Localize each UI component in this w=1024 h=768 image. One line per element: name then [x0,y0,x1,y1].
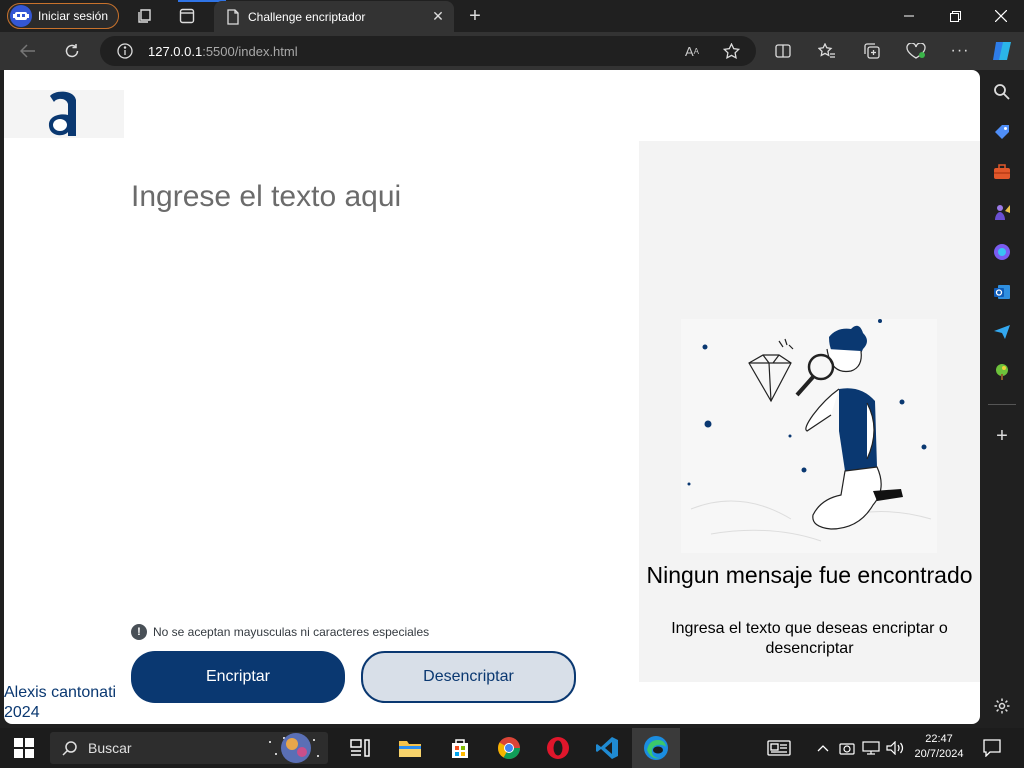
chrome-icon[interactable] [495,734,523,762]
encrypt-button[interactable]: Encriptar [131,651,345,703]
address-bar[interactable]: 127.0.0.1:5500/index.html [100,36,756,66]
volume-icon[interactable] [886,739,904,757]
tab-close-icon[interactable]: ✕ [428,7,448,27]
notifications-icon[interactable] [982,739,1002,757]
url-host: 127.0.0.1 [148,43,203,59]
favorite-star-icon[interactable] [721,41,741,61]
minimize-icon[interactable] [886,0,932,32]
sidebar-settings-icon[interactable] [992,696,1012,716]
outlook-icon[interactable] [992,282,1012,302]
system-clock[interactable]: 22:47 20/7/2024 [912,732,966,762]
profile-button[interactable]: Iniciar sesión [7,3,119,29]
refresh-icon[interactable] [62,41,82,61]
empty-result-subtitle: Ingresa el texto que deseas encriptar o … [671,620,948,657]
sidebar-divider [988,404,1016,405]
browser-title-bar: Iniciar sesión Challenge encriptador ✕ + [0,0,1024,32]
taskbar-search-box[interactable]: Buscar [50,732,328,764]
favorites-icon[interactable] [817,41,837,61]
read-aloud-icon[interactable]: AA [682,41,702,61]
windows-start-icon[interactable] [14,738,34,758]
browser-toolbar: 127.0.0.1:5500/index.html AA ··· [0,32,1024,70]
alura-logo-icon [46,88,80,140]
edge-icon[interactable] [642,734,670,762]
empty-result-title: Ningun mensaje fue encontrado [646,562,973,588]
workspaces-icon[interactable] [135,6,155,26]
taskbar-search-icon [62,740,78,756]
microsoft-store-icon[interactable] [446,734,474,762]
tab-title: Challenge encriptador [248,9,366,24]
footer-credits: Alexis cantonati 2024 [4,683,116,723]
tools-briefcase-icon[interactable] [992,162,1012,182]
browser-essentials-icon[interactable] [906,41,926,61]
text-input[interactable] [131,180,611,214]
collections-icon[interactable] [862,41,882,61]
url-text: 127.0.0.1:5500/index.html [148,44,298,59]
tree-icon[interactable] [992,362,1012,382]
news-widget-icon[interactable] [766,739,792,757]
result-panel: Ningun mensaje fue encontrado Ingresa el… [639,141,980,682]
hint-text: No se aceptan mayusculas ni caracteres e… [153,625,430,639]
copilot-icon[interactable] [990,39,1014,63]
footer-name: Alexis cantonati [4,684,117,701]
profile-avatar-icon [10,5,32,27]
page-viewport: ! No se aceptan mayusculas ni caracteres… [4,70,980,724]
validation-hint: ! No se aceptan mayusculas ni caracteres… [131,624,429,640]
clock-time: 22:47 [925,733,953,745]
url-path: :5500/index.html [202,43,298,59]
shopping-tag-icon[interactable] [992,122,1012,142]
restore-icon[interactable] [932,0,978,32]
edge-sidebar: + [980,70,1024,726]
more-options-icon[interactable]: ··· [950,41,970,61]
file-explorer-icon[interactable] [396,734,424,762]
add-sidebar-app-icon[interactable]: + [992,425,1012,447]
back-icon[interactable] [18,41,38,61]
new-tab-icon[interactable]: + [465,5,485,27]
search-highlight-icon [262,732,322,764]
clock-date: 20/7/2024 [914,748,964,760]
profile-label: Iniciar sesión [38,9,109,23]
network-icon[interactable] [862,739,880,757]
footer-year: 2024 [4,704,40,721]
searching-person-illustration [681,319,937,553]
opera-icon[interactable] [544,734,572,762]
close-window-icon[interactable] [978,0,1024,32]
tab-challenge-encriptador[interactable]: Challenge encriptador ✕ [214,1,454,32]
page-icon [226,8,240,25]
search-icon[interactable] [992,82,1012,102]
split-screen-icon[interactable] [773,41,793,61]
site-info-icon[interactable] [116,42,134,60]
vscode-icon[interactable] [593,734,621,762]
copilot-sidebar-icon[interactable] [992,242,1012,262]
tab-actions-icon[interactable] [177,6,197,26]
send-icon[interactable] [992,322,1012,342]
show-hidden-icons-chevron-up-icon[interactable] [814,739,832,757]
task-view-icon[interactable] [346,734,374,762]
windows-taskbar: Buscar 22:47 20/7/2024 [0,728,1024,768]
camera-icon[interactable] [838,739,856,757]
info-exclamation-icon: ! [131,624,147,640]
taskbar-search-label: Buscar [88,740,132,756]
decrypt-button[interactable]: Desencriptar [361,651,576,703]
games-icon[interactable] [992,202,1012,222]
